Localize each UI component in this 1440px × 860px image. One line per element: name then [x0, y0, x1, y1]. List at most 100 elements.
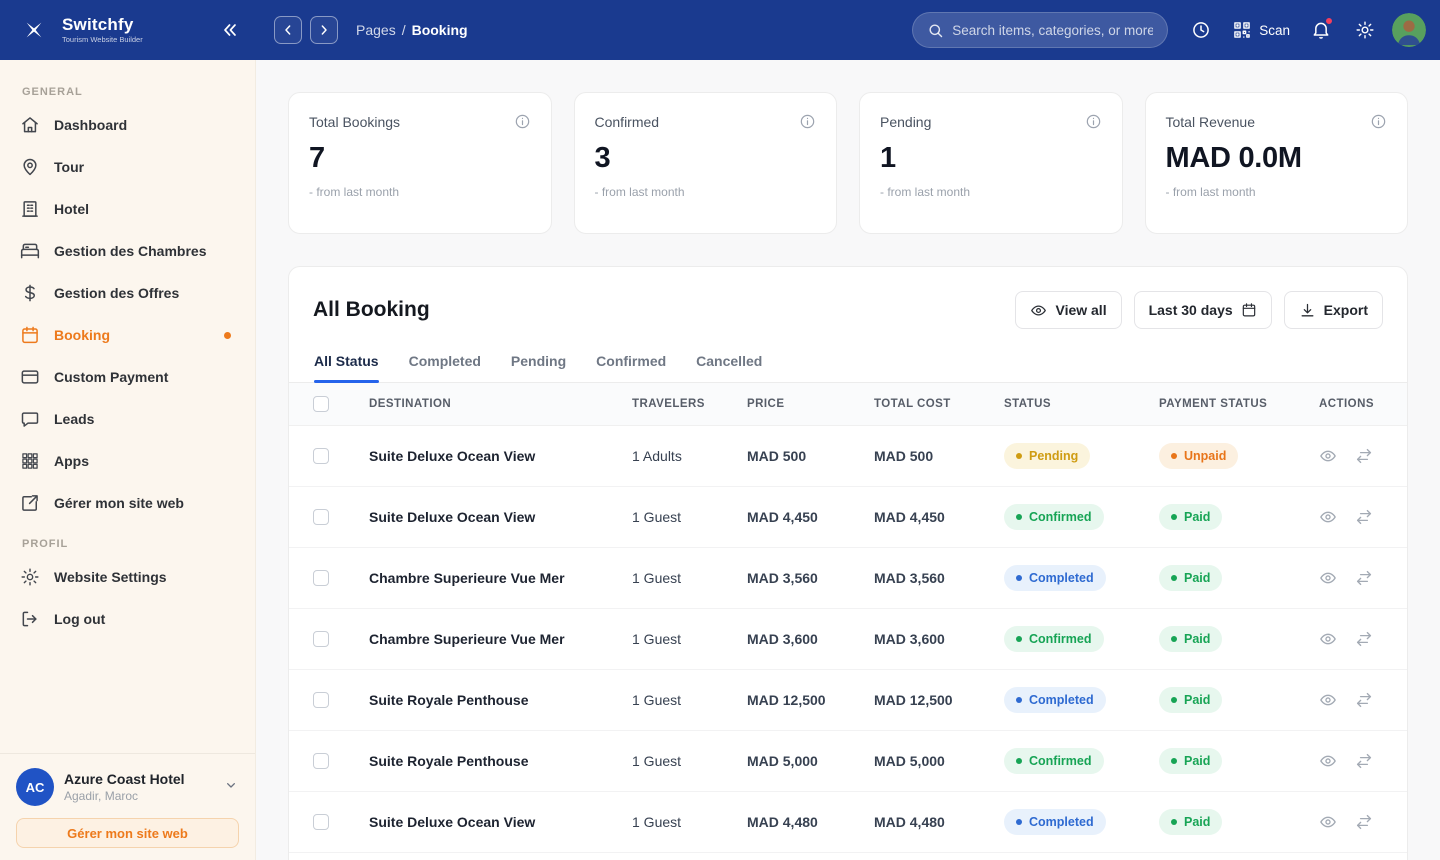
gear-icon [20, 567, 40, 587]
row-checkbox[interactable] [313, 448, 329, 464]
sidebar-item-tour[interactable]: Tour [0, 146, 255, 188]
sidebar-item-dashboard[interactable]: Dashboard [0, 104, 255, 146]
brand-tagline: Tourism Website Builder [62, 36, 143, 44]
row-checkbox[interactable] [313, 570, 329, 586]
swap-icon [1355, 447, 1373, 465]
sidebar-item-custom-payment[interactable]: Custom Payment [0, 356, 255, 398]
swap-action-button[interactable] [1355, 813, 1373, 831]
user-avatar[interactable] [1392, 13, 1426, 47]
price-cell: MAD 4,450 [747, 486, 874, 547]
info-icon[interactable] [1085, 113, 1102, 130]
sidebar-item-label: Tour [54, 159, 84, 175]
settings-button[interactable] [1348, 13, 1382, 47]
row-checkbox[interactable] [313, 509, 329, 525]
stats-row: Total Bookings 7 - from last month Confi… [288, 92, 1408, 234]
tab-pending[interactable]: Pending [511, 353, 566, 382]
view-action-button[interactable] [1319, 508, 1337, 526]
row-checkbox[interactable] [313, 753, 329, 769]
status-badge: Completed [1004, 565, 1106, 591]
date-range-button[interactable]: Last 30 days [1134, 291, 1272, 329]
sidebar-item-website-settings[interactable]: Website Settings [0, 556, 255, 598]
payment-status-badge: Paid [1159, 748, 1222, 774]
total-cost-cell: MAD 3,560 [874, 547, 1004, 608]
row-checkbox[interactable] [313, 631, 329, 647]
history-clock-button[interactable] [1184, 13, 1218, 47]
search-box[interactable] [912, 12, 1168, 48]
topbar-actions: Scan [1184, 13, 1426, 47]
manage-site-button[interactable]: Gérer mon site web [16, 818, 239, 848]
profile-selector[interactable]: AC Azure Coast Hotel Agadir, Maroc [16, 768, 239, 806]
sidebar-item-gestion-des-offres[interactable]: Gestion des Offres [0, 272, 255, 314]
payment-status-badge: Paid [1159, 626, 1222, 652]
swap-action-button[interactable] [1355, 691, 1373, 709]
card-actions: View all Last 30 days Export [1015, 291, 1383, 329]
info-icon[interactable] [799, 113, 816, 130]
search-input[interactable] [952, 23, 1153, 38]
swap-action-button[interactable] [1355, 447, 1373, 465]
stat-label: Pending [880, 114, 931, 130]
sidebar-item-hotel[interactable]: Hotel [0, 188, 255, 230]
view-action-button[interactable] [1319, 630, 1337, 648]
column-header: STATUS [1004, 383, 1159, 425]
forward-button[interactable] [310, 16, 338, 44]
swap-action-button[interactable] [1355, 569, 1373, 587]
view-action-button[interactable] [1319, 752, 1337, 770]
sidebar-item-log-out[interactable]: Log out [0, 598, 255, 640]
stat-subtext: - from last month [880, 185, 1102, 199]
sidebar-item-gestion-des-chambres[interactable]: Gestion des Chambres [0, 230, 255, 272]
calendar-icon [1241, 302, 1257, 318]
select-all-checkbox[interactable] [313, 396, 329, 412]
status-dot [1016, 514, 1022, 520]
export-button[interactable]: Export [1284, 291, 1383, 329]
download-icon [1299, 302, 1316, 319]
notification-dot [1325, 17, 1333, 25]
sidebar-item-apps[interactable]: Apps [0, 440, 255, 482]
row-checkbox[interactable] [313, 814, 329, 830]
calendar-icon [20, 325, 40, 345]
view-all-button[interactable]: View all [1015, 291, 1121, 329]
price-cell: MAD 4,480 [747, 791, 874, 852]
breadcrumb-current: Booking [412, 22, 468, 38]
payment-status-badge: Unpaid [1159, 443, 1238, 469]
table-row: Suite Deluxe Ocean View 1 Guest MAD 4,48… [289, 791, 1407, 852]
stat-label: Confirmed [595, 114, 660, 130]
home-icon [20, 115, 40, 135]
column-header: DESTINATION [369, 383, 632, 425]
view-action-button[interactable] [1319, 813, 1337, 831]
swap-action-button[interactable] [1355, 752, 1373, 770]
price-cell: MAD 3,600 [747, 608, 874, 669]
eye-icon [1319, 691, 1337, 709]
sidebar-item-booking[interactable]: Booking [0, 314, 255, 356]
stat-card-pending: Pending 1 - from last month [859, 92, 1123, 234]
view-action-button[interactable] [1319, 569, 1337, 587]
status-dot [1016, 697, 1022, 703]
sidebar-item-gerer-mon-site-web[interactable]: Gérer mon site web [0, 482, 255, 524]
view-action-button[interactable] [1319, 447, 1337, 465]
profile-name: Azure Coast Hotel [64, 771, 185, 787]
sidebar-collapse-button[interactable] [220, 20, 240, 40]
notifications-button[interactable] [1304, 13, 1338, 47]
tab-completed[interactable]: Completed [409, 353, 481, 382]
scan-button[interactable]: Scan [1228, 13, 1294, 47]
info-icon[interactable] [1370, 113, 1387, 130]
row-checkbox[interactable] [313, 692, 329, 708]
breadcrumb-section[interactable]: Pages [356, 22, 396, 38]
swap-action-button[interactable] [1355, 508, 1373, 526]
sidebar-item-leads[interactable]: Leads [0, 398, 255, 440]
travelers-cell: 1 Guest [632, 608, 747, 669]
info-icon[interactable] [514, 113, 531, 130]
destination-cell: Suite Royale Penthouse [369, 753, 528, 769]
status-dot [1016, 819, 1022, 825]
tab-cancelled[interactable]: Cancelled [696, 353, 762, 382]
external-link-icon [20, 493, 40, 513]
total-cost-cell: MAD 4,450 [874, 486, 1004, 547]
sidebar-item-label: Custom Payment [54, 369, 168, 385]
view-action-button[interactable] [1319, 691, 1337, 709]
swap-action-button[interactable] [1355, 630, 1373, 648]
swap-icon [1355, 752, 1373, 770]
tab-all-status[interactable]: All Status [314, 353, 379, 382]
tab-confirmed[interactable]: Confirmed [596, 353, 666, 382]
eye-icon [1319, 752, 1337, 770]
back-button[interactable] [274, 16, 302, 44]
eye-icon [1319, 508, 1337, 526]
